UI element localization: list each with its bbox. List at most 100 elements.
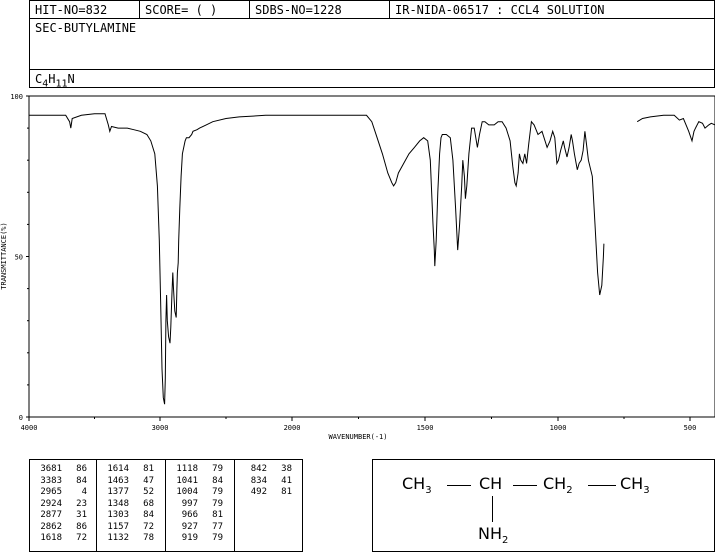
peak-transmittance: 79: [212, 464, 223, 474]
ch3-right-text: CH: [620, 474, 644, 493]
peak-row: 1348 68: [97, 499, 165, 511]
peak-column-2: 1614 81 1463 47 1377 52 1348 68 1303 84 1157 7…: [97, 460, 166, 551]
bond-1: [447, 485, 471, 486]
peak-row: 1041 84: [166, 476, 234, 488]
nh2-sub: 2: [502, 535, 509, 547]
peak-wavenumber: 3383: [40, 475, 62, 486]
bond-vertical: [492, 496, 493, 522]
peak-row: 834 41: [235, 476, 302, 488]
peak-wavenumber: 2877: [40, 510, 62, 520]
peak-transmittance: 23: [76, 498, 87, 509]
x-tick-label: 1000: [550, 424, 567, 432]
ch3-left-text: CH: [402, 474, 426, 493]
bond-3: [588, 485, 616, 486]
ch3-left-group: CH3: [402, 474, 432, 496]
peak-wavenumber: 2965: [40, 487, 62, 497]
peak-wavenumber: 927: [181, 521, 198, 532]
peak-transmittance: 79: [212, 487, 223, 497]
peak-row: 2965 4: [30, 487, 96, 499]
peak-transmittance: 86: [76, 464, 87, 474]
peak-transmittance: 78: [143, 533, 154, 543]
peak-row: 966 81: [166, 510, 234, 522]
peak-transmittance: 77: [212, 521, 223, 532]
peak-wavenumber: 1348: [107, 498, 129, 509]
peak-transmittance: 79: [212, 498, 223, 509]
ch3-left-sub: 3: [425, 485, 432, 497]
peak-wavenumber: 1157: [107, 521, 129, 532]
ch2-sub: 2: [566, 485, 573, 497]
peak-row: 1303 84: [97, 510, 165, 522]
peak-wavenumber: 842: [250, 464, 267, 474]
x-tick-label: 500: [684, 424, 697, 432]
peak-row: 927 77: [166, 522, 234, 534]
peak-transmittance: 41: [281, 475, 292, 486]
peak-wavenumber: 997: [181, 498, 198, 509]
nh2-group: NH2: [478, 524, 508, 546]
ch-text: CH: [479, 474, 503, 493]
spectrum-series: [29, 113, 715, 405]
peak-row: 919 79: [166, 533, 234, 545]
peak-transmittance: 52: [143, 487, 154, 497]
peak-wavenumber: 1132: [107, 533, 129, 543]
y-axis-label: TRANSMITTANCE(%): [0, 222, 8, 289]
peak-transmittance: 81: [281, 487, 292, 497]
peak-transmittance: 81: [143, 464, 154, 474]
peak-row: 2877 31: [30, 510, 96, 522]
peak-wavenumber: 919: [181, 533, 198, 543]
peak-row: 842 38: [235, 464, 302, 476]
x-axis-label: WAVENUMBER(-1): [328, 433, 387, 441]
peak-wavenumber: 1303: [107, 510, 129, 520]
x-tick-label: 2000: [284, 424, 301, 432]
peak-wavenumber: 1614: [107, 464, 129, 474]
peak-wavenumber: 2924: [40, 498, 62, 509]
peak-row: 3383 84: [30, 476, 96, 488]
peak-wavenumber: 1463: [107, 475, 129, 486]
peak-transmittance: 38: [281, 464, 292, 474]
peak-row: 2924 23: [30, 499, 96, 511]
peak-row: 3681 86: [30, 464, 96, 476]
peak-column-3: 1118 79 1041 84 1004 79 997 79 966 81 927 77 9…: [166, 460, 235, 551]
y-tick-label: 100: [10, 93, 23, 101]
peak-transmittance: 72: [76, 533, 87, 543]
peak-transmittance: 68: [143, 498, 154, 509]
peak-wavenumber: 1377: [107, 487, 129, 497]
peak-row: 1618 72: [30, 533, 96, 545]
peak-transmittance: 4: [81, 487, 87, 497]
ch3-right-group: CH3: [620, 474, 650, 496]
x-tick-label: 3000: [152, 424, 169, 432]
ch3-right-sub: 3: [643, 485, 650, 497]
x-tick-label: 1500: [417, 424, 434, 432]
structure-box: CH3 CH CH2 CH3 NH2: [372, 459, 715, 552]
spectrum-line-segment: [636, 114, 715, 143]
peak-wavenumber: 966: [181, 510, 198, 520]
peak-column-4: 842 38 834 41 492 81: [235, 460, 302, 551]
peak-row: 1004 79: [166, 487, 234, 499]
peak-wavenumber: 492: [250, 487, 267, 497]
peak-transmittance: 84: [143, 510, 154, 520]
peak-transmittance: 72: [143, 521, 154, 532]
ch2-group: CH2: [543, 474, 573, 496]
peak-row: 1157 72: [97, 522, 165, 534]
peak-wavenumber: 2862: [40, 521, 62, 532]
peak-row: 492 81: [235, 487, 302, 499]
peak-row: 1377 52: [97, 487, 165, 499]
y-tick-label: 0: [19, 414, 23, 422]
peak-transmittance: 31: [76, 510, 87, 520]
peak-transmittance: 86: [76, 521, 87, 532]
x-axis: 4000 3000 2000 1500 1000 500: [21, 417, 697, 432]
peak-row: 1132 78: [97, 533, 165, 545]
plot-frame: [28, 95, 715, 418]
peak-transmittance: 79: [212, 533, 223, 543]
peak-column-1: 3681 86 3383 84 2965 4 2924 23 2877 31 2862 86…: [30, 460, 97, 551]
y-axis: 100 50 0: [10, 93, 29, 422]
peak-row: 1614 81: [97, 464, 165, 476]
ch-group: CH: [479, 474, 502, 493]
peak-row: 2862 86: [30, 522, 96, 534]
nh2-text: NH: [478, 524, 502, 543]
peak-transmittance: 81: [212, 510, 223, 520]
ir-spectrum-chart: 100500 4000 3000 2000 1500 1000 500 TRANSMITT…: [0, 93, 715, 441]
peak-wavenumber: 1041: [176, 475, 198, 486]
peak-wavenumber: 1118: [176, 464, 198, 474]
y-tick-label: 50: [15, 254, 23, 262]
spectrum-line-segment: [29, 113, 605, 405]
